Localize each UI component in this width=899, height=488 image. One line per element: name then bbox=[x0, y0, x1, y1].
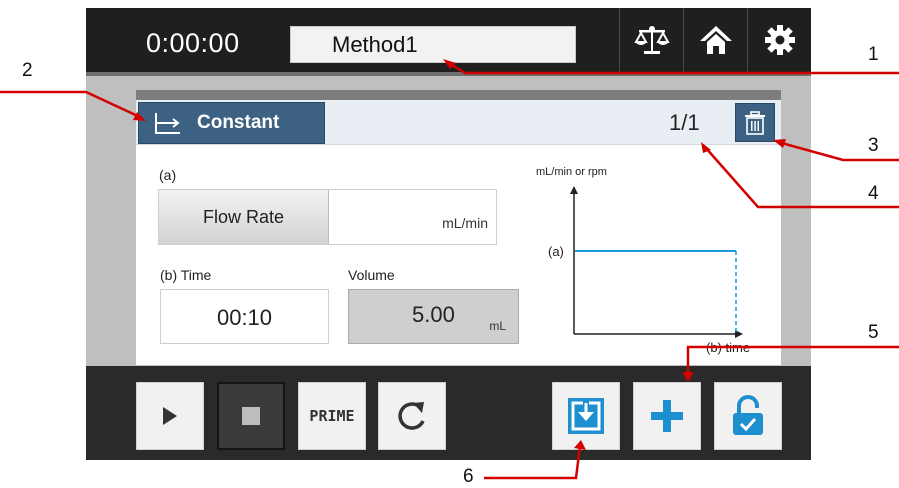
callout-2: 2 bbox=[22, 60, 33, 81]
callout-6: 6 bbox=[463, 466, 474, 487]
callout-5: 5 bbox=[868, 322, 879, 343]
callout-1: 1 bbox=[868, 44, 879, 65]
callout-3: 3 bbox=[868, 135, 879, 156]
callout-4: 4 bbox=[868, 183, 879, 204]
callout-arrows bbox=[0, 59, 899, 480]
